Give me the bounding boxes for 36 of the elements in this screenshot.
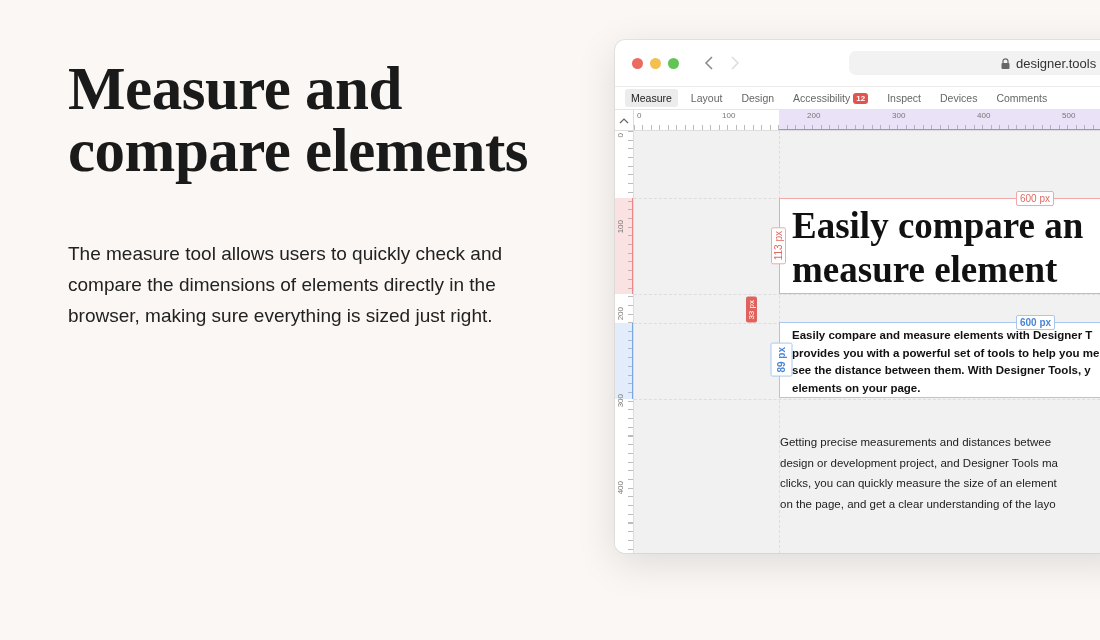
ruler-label: 100 — [616, 220, 625, 234]
toolbar-tab[interactable]: Accessibility 12 — [787, 89, 875, 107]
minimize-icon[interactable] — [650, 57, 661, 69]
ruler-label: 0 — [616, 133, 625, 138]
spacing-label: 33 px — [746, 297, 757, 323]
width-label: 600 px — [1016, 315, 1056, 330]
ruler-label: 100 — [722, 111, 736, 120]
ruler-label: 500 — [1062, 111, 1076, 120]
close-icon[interactable] — [632, 57, 643, 69]
toolbar-tab[interactable]: Design — [735, 89, 781, 107]
ruler-label: 200 — [807, 111, 821, 120]
toolbar-tab[interactable]: Devices — [934, 89, 984, 107]
maximize-icon[interactable] — [668, 57, 679, 69]
ruler-label: 400 — [616, 481, 625, 495]
hero-title: Measure and compare elements — [68, 58, 530, 182]
lock-icon — [1001, 57, 1010, 69]
ruler-label: 200 — [616, 307, 625, 321]
intro-paragraph: Easily compare and measure elements with Designer T provides you with a powerful set of tools to help you me see the distance between them. With Designer Tools, y elements on your page. — [792, 328, 1100, 396]
page-heading: Easily compare an measure element — [792, 204, 1085, 292]
ruler-label: 400 — [977, 111, 991, 120]
count-badge: 12 — [853, 92, 869, 104]
ruler-label: 300 — [616, 394, 625, 408]
hero-description: The measure tool allows users to quickly check and compare the dimensions of elements directly in the browser, making sure everything is sized just right. — [68, 242, 504, 328]
body-paragraph: Getting precise measurements and distances betwee design or development project, and Designer Tools ma clicks, you can quickly measure the size of an element on the page, and get a clear understanding of the layo — [779, 435, 1059, 512]
address-bar[interactable]: designer.tools — [849, 51, 1100, 75]
height-label: 113 px — [771, 227, 786, 265]
ruler-label: 300 — [892, 111, 906, 120]
ruler-label: 0 — [637, 111, 642, 120]
toolbar-tab[interactable]: Comments — [990, 89, 1054, 107]
height-label: 89 px — [771, 343, 793, 377]
caret-icon[interactable] — [619, 116, 629, 124]
toolbar-tab[interactable]: Inspect — [881, 89, 928, 107]
toolbar-tab[interactable]: Measure — [625, 89, 678, 107]
back-icon[interactable] — [703, 55, 715, 71]
toolbar-tab[interactable]: Layout — [684, 89, 729, 107]
width-label: 600 px — [1016, 191, 1055, 206]
